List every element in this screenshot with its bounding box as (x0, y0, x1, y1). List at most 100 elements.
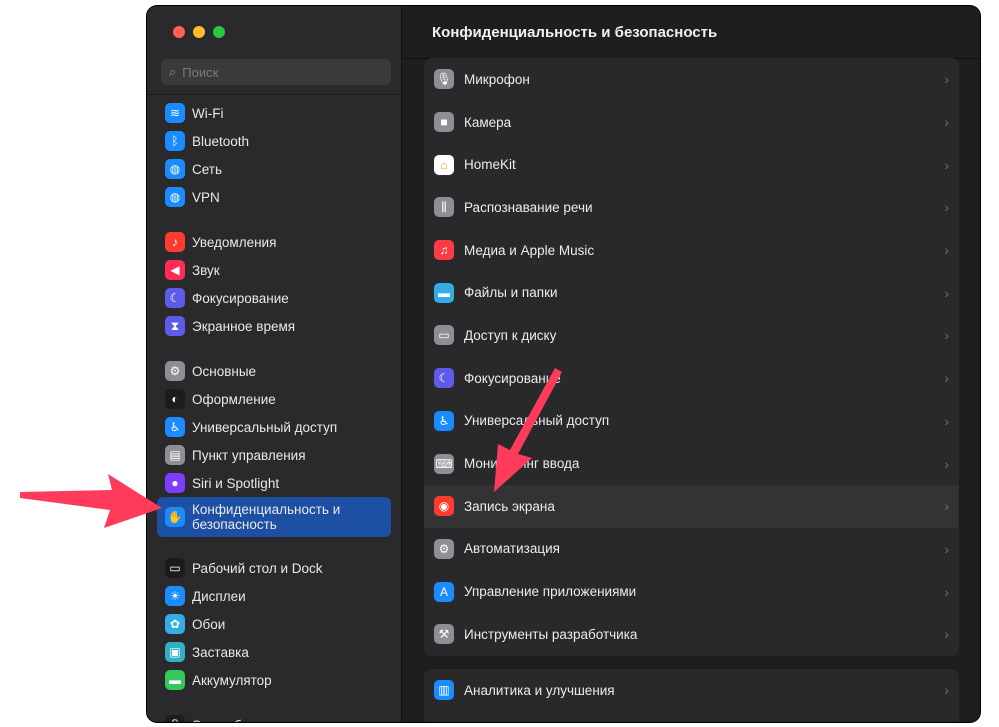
chevron-right-icon: › (944, 370, 949, 387)
sidebar-item-label: Заставка (192, 644, 249, 660)
privacy-row[interactable]: ♿ Универсальный доступ › (424, 400, 959, 443)
chevron-right-icon: › (944, 156, 949, 173)
search-field[interactable]: ⌕ (161, 59, 391, 85)
sidebar-item[interactable]: ● Siri и Spotlight (157, 469, 391, 497)
sidebar-item[interactable]: ▬ Аккумулятор (157, 666, 391, 694)
sidebar-list: ≋ Wi-Fi ᛒ Bluetooth ◍ Сеть ◍ VPN ♪ Уведомления ◀ Зв… (147, 94, 401, 722)
sidebar-item-label: Конфиденциальность и безопасность (192, 502, 341, 532)
chevron-right-icon: › (944, 626, 949, 643)
sidebar-item-label: Рабочий стол и Dock (192, 560, 323, 576)
battery-icon: ▬ (165, 670, 185, 690)
accessibility-icon: ♿ (434, 410, 454, 431)
privacy-row[interactable]: 🎙 Микрофон › (424, 58, 959, 101)
gear-icon: ⚙ (165, 361, 185, 381)
sidebar-item-label: Wi-Fi (192, 105, 224, 121)
chevron-right-icon: › (944, 540, 949, 557)
sidebar-item-label: Уведомления (192, 234, 277, 250)
microphone-icon: 🎙 (434, 69, 454, 90)
sidebar-item-label: VPN (192, 189, 220, 205)
sidebar-item-label: Универсальный доступ (192, 419, 338, 435)
sidebar-group: ⚙ Основные ◐ Оформление ♿ Универсальный досту… (147, 353, 401, 537)
hammer-icon: ⚒ (434, 624, 454, 645)
sidebar-item[interactable]: ♿ Универсальный доступ (157, 413, 391, 441)
sidebar-item[interactable]: ☀ Дисплеи (157, 582, 391, 610)
chevron-right-icon: › (944, 455, 949, 472)
privacy-row-label: Автоматизация (464, 541, 560, 557)
sidebar-group: 🔒 Экран блокировки (147, 707, 401, 722)
chevron-right-icon: › (944, 412, 949, 429)
privacy-row[interactable]: ⫼ Распознавание речи › (424, 186, 959, 229)
privacy-row[interactable]: ■ Камера › (424, 101, 959, 144)
privacy-row-label: Микрофон (464, 71, 530, 87)
sidebar-item-label: Bluetooth (192, 133, 250, 149)
sidebar-group: ▭ Рабочий стол и Dock ☀ Дисплеи ✿ Обои ▣ Застав… (147, 550, 401, 694)
sidebar-item[interactable]: ♪ Уведомления (157, 228, 391, 256)
sidebar-item-label: Звук (192, 262, 220, 278)
screensaver-icon: ▣ (165, 642, 185, 662)
sidebar-item[interactable]: 🔒 Экран блокировки (157, 711, 391, 722)
sidebar-item[interactable]: ◍ VPN (157, 183, 391, 211)
traffic-lights (173, 26, 225, 38)
sidebar: ⌕ ≋ Wi-Fi ᛒ Bluetooth ◍ Сеть ◍ VPN ♪ Уведомления ◀… (147, 6, 402, 722)
sidebar-item[interactable]: ▭ Рабочий стол и Dock (157, 554, 391, 582)
privacy-row-label: Медиа и Apple Music (464, 242, 595, 258)
sidebar-item-label: Siri и Spotlight (192, 475, 280, 491)
app-store-icon: A (434, 581, 454, 602)
disk-icon: ▭ (434, 325, 454, 346)
privacy-row[interactable]: ⚒ Инструменты разработчика › (424, 613, 959, 656)
sidebar-item-label: Оформление (192, 391, 276, 407)
chevron-right-icon: › (944, 498, 949, 515)
zoom-button[interactable] (213, 26, 225, 38)
keyboard-icon: ⌨ (434, 453, 454, 474)
bell-icon: ♪ (165, 232, 185, 252)
privacy-list-secondary: ▥ Аналитика и улучшения › (424, 669, 959, 722)
privacy-row[interactable]: ▥ Аналитика и улучшения › (424, 669, 959, 712)
search-input[interactable] (180, 63, 375, 81)
close-button[interactable] (173, 26, 185, 38)
sidebar-item[interactable]: ᛒ Bluetooth (157, 127, 391, 155)
sidebar-item[interactable]: ≋ Wi-Fi (157, 99, 391, 127)
sidebar-item-label: Экранное время (192, 318, 296, 334)
sidebar-item-label: Пункт управления (192, 447, 306, 463)
privacy-row-label: Управление приложениями (464, 584, 637, 600)
sidebar-item[interactable]: ◍ Сеть (157, 155, 391, 183)
appearance-icon: ◐ (165, 389, 185, 409)
privacy-row[interactable]: ⌨ Мониторинг ввода › (424, 442, 959, 485)
privacy-row[interactable]: ☾ Фокусирование › (424, 357, 959, 400)
sidebar-item[interactable]: ▤ Пункт управления (157, 441, 391, 469)
gears-icon: ⚙ (434, 538, 454, 559)
chevron-right-icon: › (944, 71, 949, 88)
speaker-icon: ◀ (165, 260, 185, 280)
privacy-row-label: Универсальный доступ (464, 413, 610, 429)
privacy-row-label: Камера (464, 114, 512, 130)
minimize-button[interactable] (193, 26, 205, 38)
left-arrow-shape (20, 474, 162, 528)
sidebar-group: ≋ Wi-Fi ᛒ Bluetooth ◍ Сеть ◍ VPN (147, 95, 401, 211)
privacy-row[interactable]: ⌂ HomeKit › (424, 143, 959, 186)
magnifier-icon: ⌕ (169, 64, 177, 79)
moon-icon: ☾ (434, 368, 454, 389)
sidebar-item-label: Обои (192, 616, 226, 632)
dock-icon: ▭ (165, 558, 185, 578)
privacy-row[interactable]: ⚙ Автоматизация › (424, 528, 959, 571)
privacy-row[interactable]: ♫ Медиа и Apple Music › (424, 229, 959, 272)
sidebar-item-label: Основные (192, 363, 257, 379)
privacy-row-label: Запись экрана (464, 498, 555, 514)
sidebar-item[interactable]: ◐ Оформление (157, 385, 391, 413)
chevron-right-icon: › (944, 583, 949, 600)
privacy-row[interactable]: ▭ Доступ к диску › (424, 314, 959, 357)
privacy-row[interactable]: ◉ Запись экрана › (424, 484, 959, 528)
control-center-icon: ▤ (165, 445, 185, 465)
sidebar-item[interactable]: ✋ Конфиденциальность и безопасность (157, 497, 391, 537)
sidebar-item[interactable]: ⧗ Экранное время (157, 312, 391, 340)
sidebar-item[interactable]: ⚙ Основные (157, 357, 391, 385)
privacy-row-label: Распознавание речи (464, 199, 593, 215)
privacy-row[interactable]: A Управление приложениями › (424, 570, 959, 613)
sidebar-item[interactable]: ☾ Фокусирование (157, 284, 391, 312)
sidebar-item[interactable]: ▣ Заставка (157, 638, 391, 666)
sidebar-item[interactable]: ◀ Звук (157, 256, 391, 284)
privacy-row[interactable]: ▬ Файлы и папки › (424, 271, 959, 314)
sidebar-item[interactable]: ✿ Обои (157, 610, 391, 638)
folder-icon: ▬ (434, 282, 454, 303)
chevron-right-icon: › (944, 199, 949, 216)
